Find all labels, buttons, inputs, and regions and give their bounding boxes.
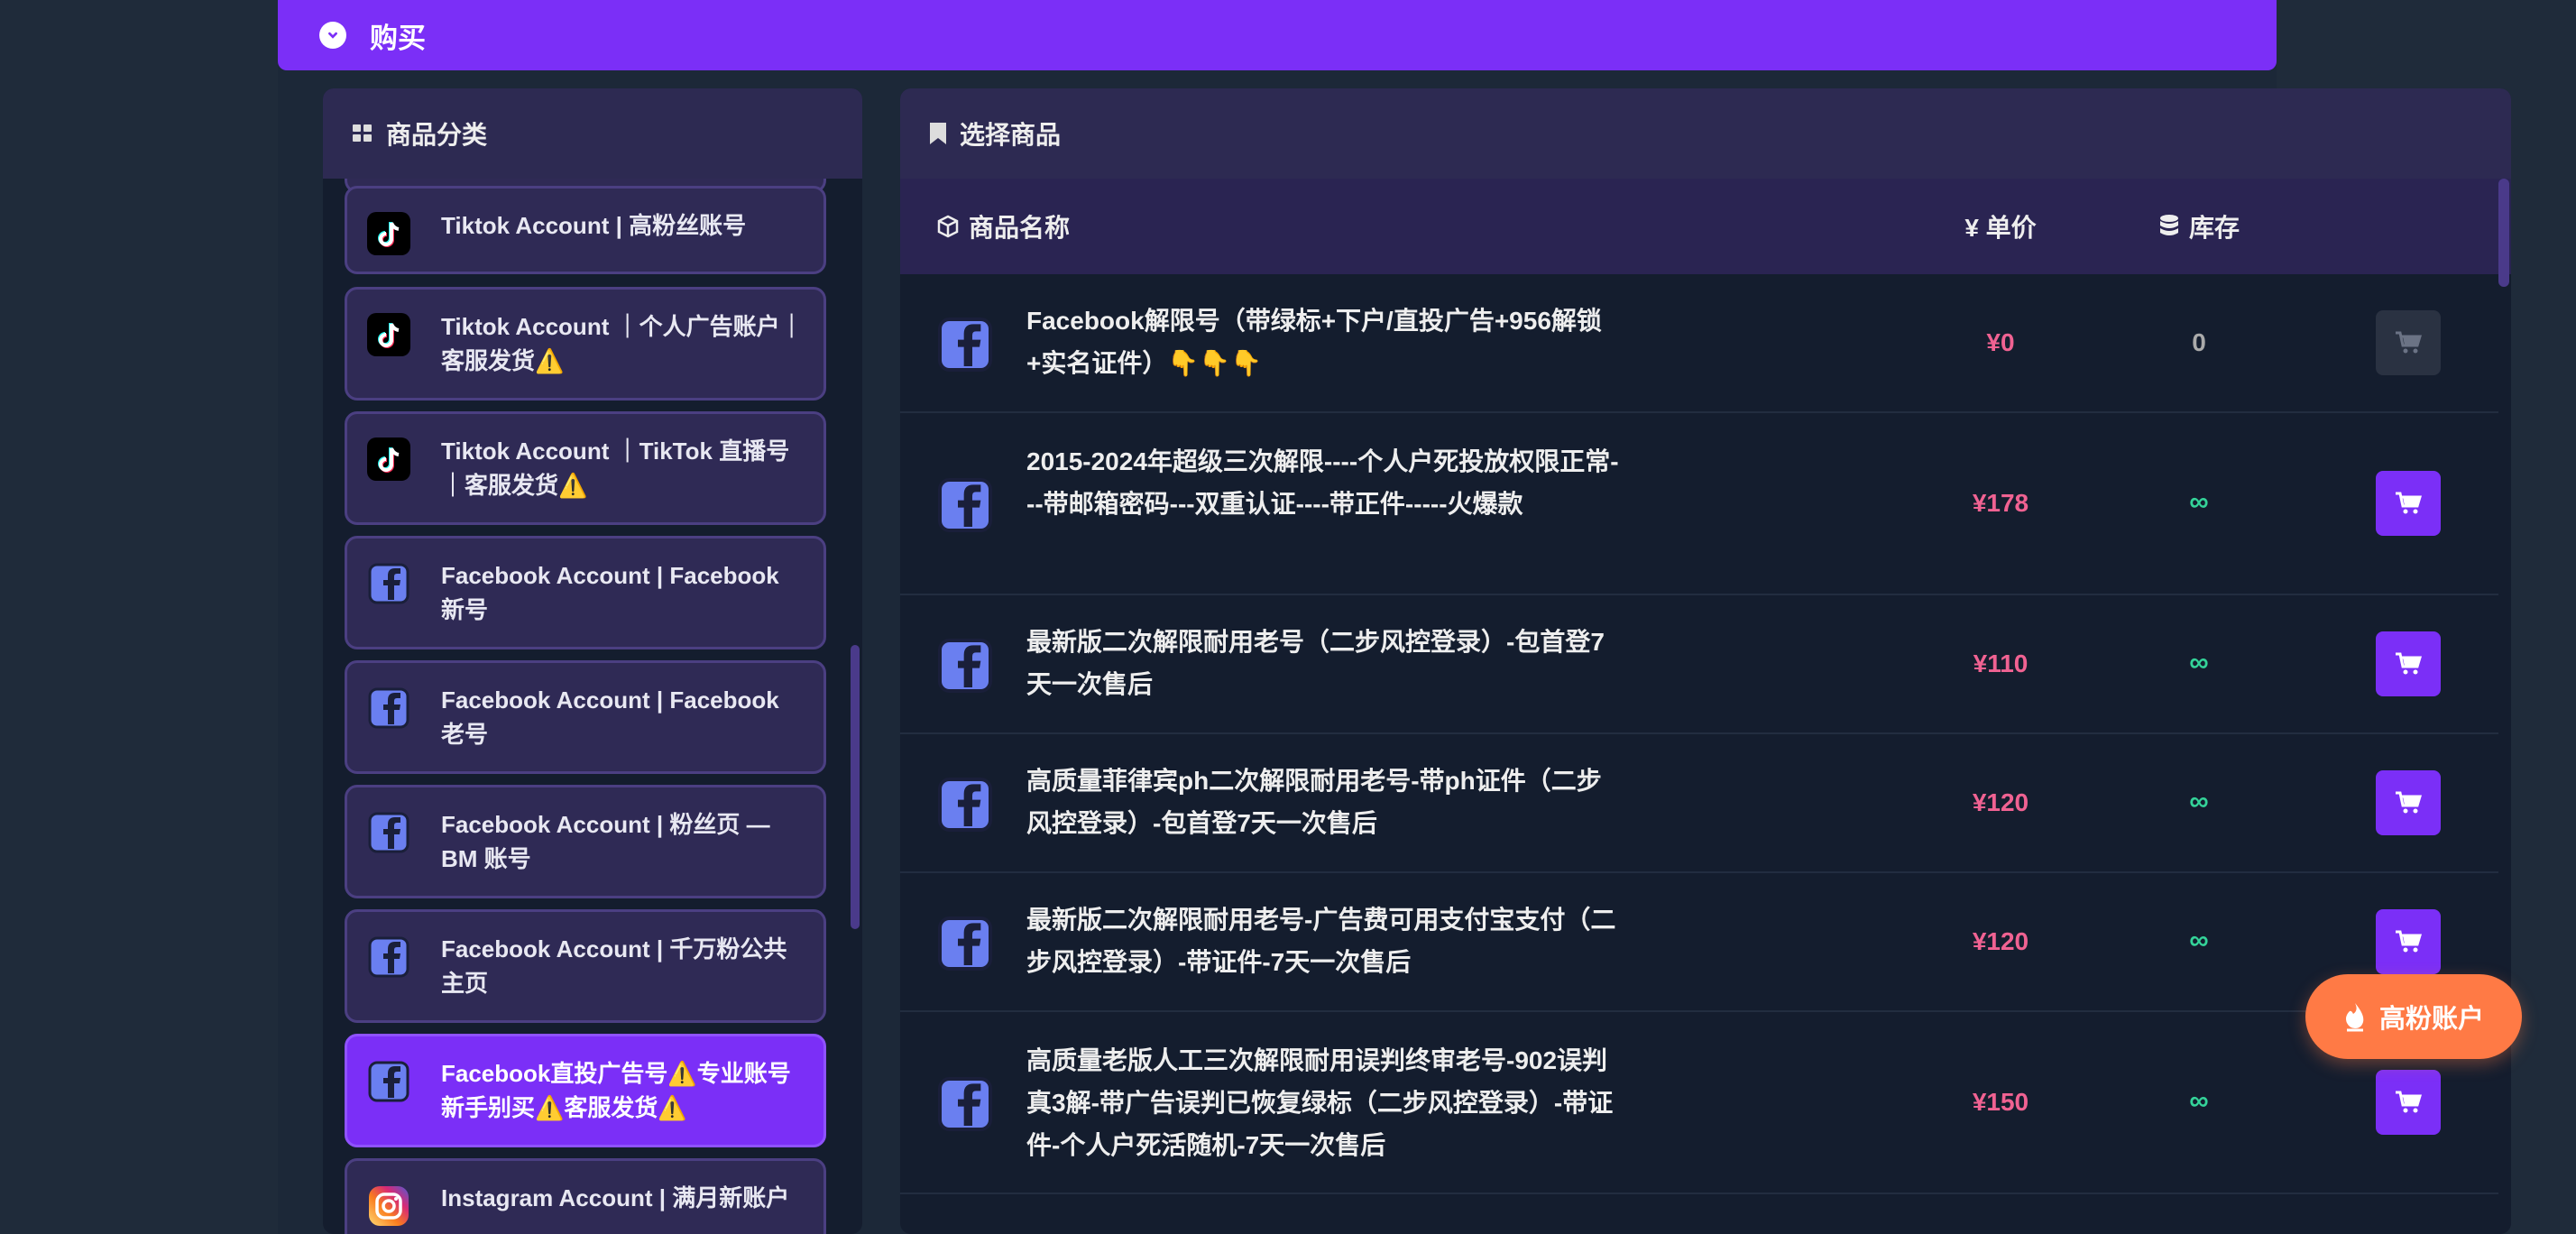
- main-container: 购买 商品分类 Tiktok Account | 高粉丝账号 Tiktok Ac…: [278, 0, 2511, 1234]
- add-to-cart-button[interactable]: [2376, 1070, 2441, 1135]
- database-icon: [2159, 215, 2178, 235]
- table-row[interactable]: Facebook解限号（带绿标+下户/直投广告+956解锁+实名证件）👇👇👇 ¥…: [900, 276, 2498, 413]
- category-label: Tiktok Account ｜个人广告账户｜客服发货⚠️: [441, 313, 804, 374]
- table-row[interactable]: 最新版二次解限耐用老号-广告费可用支付宝支付（二步风控登录）-带证件-7天一次售…: [900, 875, 2498, 1012]
- category-panel-title: 商品分类: [386, 121, 488, 149]
- goods-panel: 选择商品 商品名称 ¥ 单价 库存 Facebook解限号（带绿标+下户/直投广…: [900, 88, 2511, 1234]
- cart-icon: [2396, 492, 2422, 514]
- product-name: 最新版二次解限耐用老号（二步风控登录）-包首登7天一次售后: [1026, 628, 1605, 698]
- goods-panel-header: 选择商品: [900, 88, 2511, 179]
- table-row[interactable]: 高质量老版人工三次解限耐用误判终审老号-902误判真3解-带广告误判已恢复绿标（…: [900, 1014, 2498, 1194]
- purchase-header: 购买: [278, 0, 2277, 70]
- product-name: 高质量菲律宾ph二次解限耐用老号-带ph证件（二步风控登录）-包首登7天一次售后: [1026, 767, 1602, 837]
- add-to-cart-button[interactable]: [2376, 471, 2441, 536]
- category-item-facebook-new[interactable]: Facebook Account | Facebook 新号: [345, 536, 826, 649]
- facebook-icon: [368, 936, 409, 978]
- facebook-icon: [938, 778, 992, 832]
- facebook-icon: [938, 478, 992, 532]
- product-stock: 0: [2192, 328, 2206, 356]
- column-name: 商品名称: [936, 179, 1070, 274]
- product-stock: ∞: [2189, 648, 2209, 677]
- facebook-icon: [938, 1077, 992, 1131]
- grid-icon: [353, 124, 372, 142]
- instagram-icon: [369, 1186, 409, 1226]
- category-label: Facebook直投广告号⚠️专业账号新手别买⚠️客服发货⚠️: [441, 1060, 791, 1121]
- facebook-icon: [368, 812, 409, 853]
- category-panel-header: 商品分类: [323, 88, 862, 179]
- facebook-icon: [938, 318, 992, 372]
- product-price: ¥178: [1972, 489, 2029, 517]
- category-label: Facebook Account | 千万粉公共主页: [441, 935, 787, 997]
- product-stock: ∞: [2189, 1086, 2209, 1116]
- category-item-facebook-page[interactable]: Facebook Account | 千万粉公共主页: [345, 909, 826, 1023]
- facebook-icon: [938, 916, 992, 971]
- category-item-facebook-direct-ad[interactable]: Facebook直投广告号⚠️专业账号新手别买⚠️客服发货⚠️: [345, 1034, 826, 1147]
- fire-icon: [2345, 1003, 2364, 1032]
- table-row[interactable]: 高质量菲律宾ph二次解限耐用老号-带ph证件（二步风控登录）-包首登7天一次售后…: [900, 736, 2498, 873]
- add-to-cart-button[interactable]: [2376, 909, 2441, 974]
- category-label: Facebook Account | Facebook 新号: [441, 562, 779, 623]
- facebook-icon: [938, 639, 992, 693]
- cart-icon: [2396, 331, 2422, 354]
- product-price: ¥120: [1972, 788, 2029, 816]
- table-row[interactable]: 2015-2024年超级三次解限----个人户死投放权限正常---带邮箱密码--…: [900, 415, 2498, 595]
- product-name: Facebook解限号（带绿标+下户/直投广告+956解锁+实名证件）👇👇👇: [1026, 307, 1602, 377]
- high-fans-account-button[interactable]: 高粉账户: [2305, 974, 2522, 1059]
- product-stock: ∞: [2189, 787, 2209, 816]
- column-price: ¥ 单价: [1964, 214, 2037, 242]
- cart-icon: [2396, 1091, 2422, 1113]
- category-item-tiktok-high-fans[interactable]: Tiktok Account | 高粉丝账号: [345, 186, 826, 274]
- product-price: ¥110: [1973, 649, 2029, 677]
- facebook-icon: [368, 563, 409, 604]
- category-label: Facebook Account | 粉丝页 — BM 账号: [441, 811, 770, 872]
- cart-icon: [2396, 791, 2422, 814]
- category-label: Instagram Account | 满月新账户: [441, 1184, 790, 1211]
- heart-icon: [319, 22, 346, 49]
- cube-icon: [937, 215, 959, 238]
- product-price: ¥150: [1972, 1088, 2029, 1116]
- category-label: Tiktok Account ｜TikTok 直播号｜客服发货⚠️: [441, 437, 790, 499]
- facebook-icon: [368, 1061, 409, 1102]
- category-item-tiktok-ad-account[interactable]: Tiktok Account ｜个人广告账户｜客服发货⚠️: [345, 287, 826, 401]
- add-to-cart-button[interactable]: [2376, 770, 2441, 835]
- tiktok-icon: [367, 437, 410, 481]
- category-item-instagram[interactable]: Instagram Account | 满月新账户: [345, 1158, 826, 1234]
- product-name: 最新版二次解限耐用老号-广告费可用支付宝支付（二步风控登录）-带证件-7天一次售…: [1026, 906, 1616, 976]
- page-title: 购买: [370, 22, 426, 54]
- column-stock: 库存: [2091, 179, 2307, 274]
- category-scrollbar[interactable]: [851, 645, 860, 929]
- cart-icon: [2396, 652, 2422, 675]
- category-label: Facebook Account | Facebook 老号: [441, 686, 779, 748]
- float-button-label: 高粉账户: [2378, 1005, 2484, 1034]
- product-price: ¥120: [1972, 927, 2029, 955]
- product-stock: ∞: [2189, 487, 2209, 517]
- goods-panel-title: 选择商品: [960, 121, 1062, 149]
- goods-scrollbar[interactable]: [2498, 179, 2509, 287]
- tiktok-icon: [367, 212, 410, 255]
- facebook-icon: [368, 687, 409, 729]
- category-list[interactable]: Tiktok Account | 高粉丝账号 Tiktok Account ｜个…: [323, 179, 862, 1234]
- tiktok-icon: [367, 313, 410, 356]
- category-item-facebook-bm[interactable]: Facebook Account | 粉丝页 — BM 账号: [345, 785, 826, 898]
- product-price: ¥0: [1986, 328, 2015, 356]
- add-to-cart-button[interactable]: [2376, 631, 2441, 696]
- add-to-cart-button[interactable]: [2376, 310, 2441, 375]
- category-item-tiktok-live[interactable]: Tiktok Account ｜TikTok 直播号｜客服发货⚠️: [345, 411, 826, 525]
- product-stock: ∞: [2189, 926, 2209, 955]
- product-name: 2015-2024年超级三次解限----个人户死投放权限正常---带邮箱密码--…: [1026, 447, 1619, 518]
- table-row[interactable]: 最新版二次解限耐用老号（二步风控登录）-包首登7天一次售后 ¥110 ∞: [900, 597, 2498, 734]
- category-panel: 商品分类 Tiktok Account | 高粉丝账号 Tiktok Accou…: [323, 88, 862, 1234]
- category-item-facebook-old[interactable]: Facebook Account | Facebook 老号: [345, 660, 826, 774]
- product-name: 高质量老版人工三次解限耐用误判终审老号-902误判真3解-带广告误判已恢复绿标（…: [1026, 1046, 1614, 1159]
- category-label: Tiktok Account | 高粉丝账号: [441, 212, 747, 239]
- bookmark-icon: [930, 123, 946, 144]
- goods-table-header: 商品名称 ¥ 单价 库存: [900, 179, 2511, 274]
- cart-icon: [2396, 930, 2422, 953]
